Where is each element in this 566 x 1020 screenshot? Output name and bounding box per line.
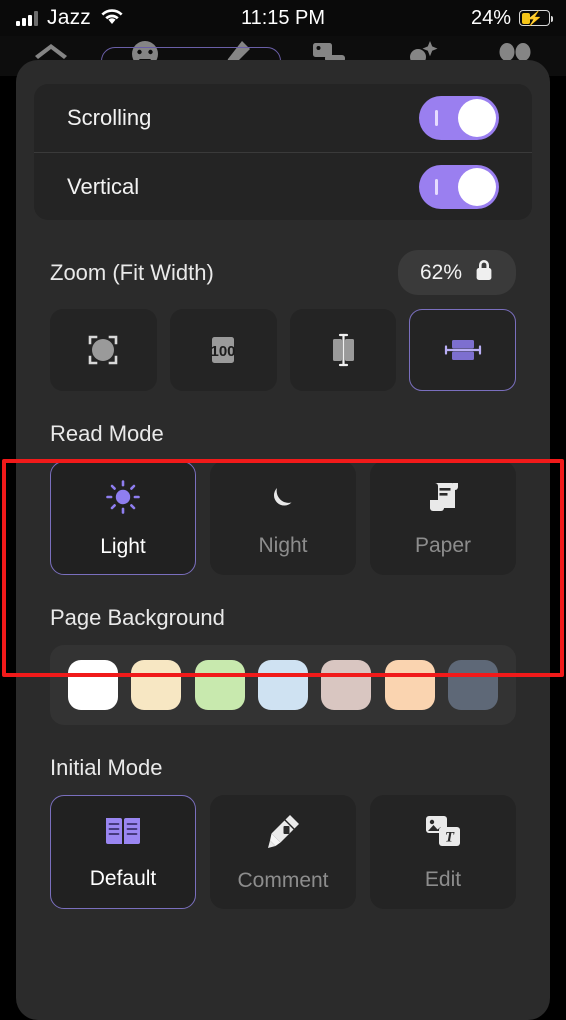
swatch-white[interactable] bbox=[68, 660, 118, 710]
zoom-value-label: 62% bbox=[419, 260, 462, 284]
toggle-switch-vertical[interactable] bbox=[419, 164, 499, 209]
zoom-mode-fit-page[interactable] bbox=[50, 309, 157, 391]
page-background-swatches bbox=[50, 645, 516, 725]
initial-mode-grid: Default Comment T Edit bbox=[34, 795, 532, 909]
lock-icon[interactable] bbox=[474, 258, 494, 287]
read-mode-section-header: Read Mode bbox=[34, 391, 532, 461]
moon-icon bbox=[265, 479, 301, 520]
status-bar-left: Jazz bbox=[16, 6, 124, 30]
page-background-section-header: Page Background bbox=[34, 575, 532, 645]
swatch-blue[interactable] bbox=[257, 660, 308, 710]
settings-sheet: Scrolling Vertical Zoom (Fit Width) 62% bbox=[16, 60, 550, 1020]
page-background-title: Page Background bbox=[50, 605, 225, 630]
initial-mode-label-edit: Edit bbox=[424, 867, 462, 891]
swatch-green[interactable] bbox=[194, 660, 245, 710]
battery-percent-label: 24% bbox=[470, 6, 511, 29]
zoom-section-title: Zoom (Fit Width) bbox=[50, 259, 214, 285]
initial-mode-label-default: Default bbox=[89, 866, 157, 890]
zoom-mode-fit-width[interactable] bbox=[409, 309, 516, 391]
display-toggles-card: Scrolling Vertical bbox=[34, 84, 532, 220]
swatch-rose[interactable] bbox=[321, 660, 372, 710]
open-book-icon bbox=[103, 814, 143, 853]
initial-mode-section-header: Initial Mode bbox=[34, 725, 532, 795]
read-mode-label-night: Night bbox=[258, 533, 308, 557]
sun-icon bbox=[104, 478, 142, 521]
zoom-mode-fit-height[interactable] bbox=[289, 309, 397, 391]
status-bar-right: 24% ⚡ bbox=[470, 6, 553, 30]
svg-text:T: T bbox=[445, 829, 455, 845]
initial-mode-option-default[interactable]: Default bbox=[50, 795, 196, 909]
swatch-slate[interactable] bbox=[447, 660, 498, 710]
zoom-mode-actual-size[interactable]: 100 bbox=[169, 309, 277, 391]
zoom-section-header: Zoom (Fit Width) 62% bbox=[34, 220, 532, 309]
zoom-mode-grid: 100 bbox=[34, 309, 532, 391]
toggle-label-scrolling: Scrolling bbox=[67, 105, 152, 130]
actual-size-label: 100 bbox=[211, 343, 236, 360]
initial-mode-label-comment: Comment bbox=[237, 868, 329, 892]
highlighter-icon bbox=[264, 812, 302, 855]
battery-charging-icon: ⚡ bbox=[519, 10, 553, 26]
read-mode-option-light[interactable]: Light bbox=[50, 461, 196, 575]
initial-mode-option-comment[interactable]: Comment bbox=[210, 795, 356, 909]
toggle-label-vertical: Vertical bbox=[67, 173, 140, 199]
initial-mode-title: Initial Mode bbox=[50, 755, 163, 780]
toggle-row-vertical[interactable]: Vertical bbox=[34, 152, 532, 220]
swatch-peach[interactable] bbox=[384, 660, 435, 710]
image-text-icon: T bbox=[424, 813, 462, 854]
read-mode-option-night[interactable]: Night bbox=[210, 461, 356, 575]
status-bar: Jazz 11:15 PM 24% ⚡ bbox=[0, 0, 566, 36]
toggle-switch-scrolling[interactable] bbox=[419, 96, 499, 140]
read-mode-grid: Light Night Paper bbox=[34, 461, 532, 575]
toggle-row-scrolling[interactable]: Scrolling bbox=[34, 84, 532, 152]
read-mode-option-paper[interactable]: Paper bbox=[370, 461, 516, 575]
wifi-icon bbox=[100, 7, 124, 30]
read-mode-title: Read Mode bbox=[50, 421, 164, 446]
zoom-value-pill[interactable]: 62% bbox=[397, 250, 516, 295]
cellular-signal-icon bbox=[16, 10, 38, 26]
swatch-cream[interactable] bbox=[131, 660, 182, 710]
read-mode-label-light: Light bbox=[100, 534, 146, 558]
carrier-name: Jazz bbox=[47, 6, 91, 29]
read-mode-label-paper: Paper bbox=[414, 533, 472, 557]
initial-mode-option-edit[interactable]: T Edit bbox=[370, 795, 516, 909]
scroll-icon bbox=[426, 479, 460, 520]
